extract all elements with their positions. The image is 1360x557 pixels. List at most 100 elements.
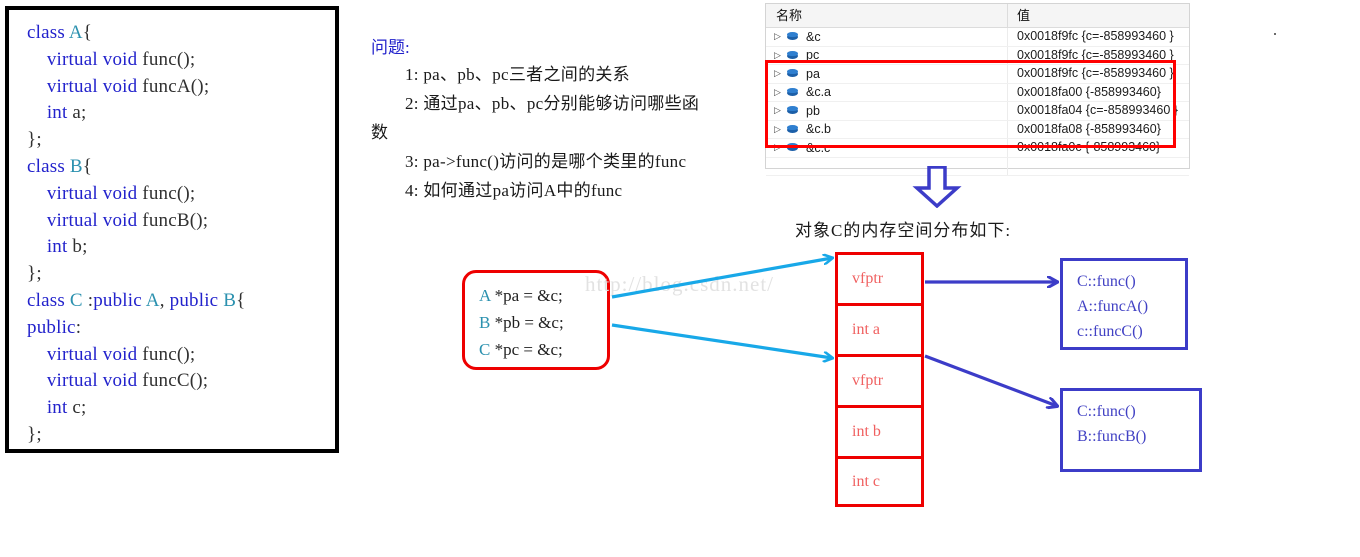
code-token: funcB(); [142, 209, 209, 231]
variable-icon [786, 105, 801, 116]
watch-row[interactable]: ▷ &c.b 0x0018fa08 {-858993460} [766, 120, 1189, 139]
code-token: virtual void [46, 75, 143, 97]
chevron-right-icon[interactable]: ▷ [774, 124, 786, 134]
memory-cell-label: int b [852, 423, 881, 440]
code-token: public [93, 289, 146, 311]
code-token: B [69, 155, 83, 177]
vtable-entry: C::func() [1077, 403, 1136, 420]
watch-row[interactable]: ▷ pc 0x0018f9fc {c=-858993460 } [766, 46, 1189, 65]
code-token: , [159, 289, 170, 311]
code-token: }; [27, 129, 42, 151]
watch-empty-name-cell[interactable] [766, 157, 1008, 175]
chevron-right-icon[interactable]: ▷ [774, 87, 786, 97]
code-token: C [479, 340, 491, 359]
code-token: C [69, 289, 83, 311]
variable-icon [786, 50, 801, 61]
memory-cell: int b [835, 405, 924, 456]
code-token: virtual void [46, 209, 143, 231]
variable-icon [786, 124, 801, 135]
watch-row-name-cell[interactable]: ▷ pa [766, 65, 1008, 83]
watch-empty-value-cell[interactable] [1008, 158, 1189, 176]
code-line-3: int a; [27, 100, 335, 127]
code-token: class [27, 155, 70, 177]
memory-cell: vfptr [835, 354, 924, 405]
questions-list: 1: pa、pb、pc三者之间的关系 2: 通过pa、pb、pc分别能够访问哪些函… [371, 60, 716, 205]
watch-column-value[interactable]: 值 [1008, 4, 1189, 27]
chevron-right-icon[interactable]: ▷ [774, 32, 786, 41]
arrow-pb-to-vfptr2 [611, 323, 832, 358]
watch-row[interactable]: ▷ pb 0x0018fa04 {c=-858993460 } [766, 102, 1189, 121]
code-token: virtual void [46, 343, 143, 365]
code-token: func(); [142, 182, 196, 204]
watch-variable-value: 0x0018fa0c {-858993460} [1017, 140, 1161, 154]
code-token: int [46, 102, 73, 124]
chevron-right-icon[interactable]: ▷ [774, 106, 786, 115]
watch-variable-value: 0x0018fa04 {c=-858993460 } [1017, 103, 1178, 117]
question-item-2: 2: 通过pa、pb、pc分别能够访问哪些函数 [371, 94, 700, 142]
code-token: { [82, 22, 93, 43]
watch-variable-name: pa [806, 66, 820, 81]
watch-variable-value: 0x0018fa00 {-858993460} [1017, 84, 1161, 99]
questions-title: 问题: [371, 38, 410, 57]
vtable-a-entries: C::func() A::funcA() c::funcC() [1077, 269, 1185, 344]
code-token: : [82, 289, 94, 311]
memory-cell-label: vfptr [852, 372, 884, 389]
variable-icon [786, 142, 801, 153]
code-token: *pb = &c; [490, 313, 564, 332]
code-panel: class A{ virtual void func(); virtual vo… [5, 6, 339, 453]
chevron-right-icon[interactable]: ▷ [774, 50, 786, 60]
watch-row-name-cell[interactable]: ▷ pb [766, 102, 1008, 120]
memory-cell-label: int c [852, 472, 880, 490]
code-token: B [223, 289, 237, 311]
code-token: b; [72, 236, 88, 258]
code-token: func(); [142, 343, 196, 365]
watch-variable-name: &c.a [806, 85, 832, 100]
code-line-9: }; [27, 261, 335, 288]
code-line-0: class A{ [27, 20, 335, 47]
code-line-5: class B{ [27, 154, 335, 181]
debugger-watch-window[interactable]: 名称 值 ▷ &c 0x0018f9fc {c=-858993460 } ▷ pc 0x0… [765, 3, 1190, 176]
code-token: virtual void [46, 182, 143, 204]
code-line-12: virtual void func(); [27, 342, 335, 369]
code-token: int [46, 397, 73, 419]
watch-row[interactable]: ▷ &c.c 0x0018fa0c {-858993460} [766, 139, 1189, 158]
code-token: }; [27, 263, 42, 285]
vtable-box-b: C::func()B::funcB() [1060, 388, 1202, 472]
code-line-2: virtual void funcA(); [27, 74, 335, 101]
watch-variable-name: pc [806, 48, 820, 63]
pointer-line-1: B *pb = &c; [479, 309, 607, 336]
watch-row[interactable]: ▷ &c 0x0018f9fc {c=-858993460 } [766, 28, 1189, 47]
code-token: *pa = &c; [490, 286, 563, 305]
watch-row[interactable]: ▷ pa 0x0018f9fc {c=-858993460 } [766, 65, 1189, 84]
question-item-4: 4: 如何通过pa访问A中的func [405, 181, 623, 200]
code-line-1: virtual void func(); [27, 47, 335, 74]
watch-row-name-cell[interactable]: ▷ &c.c [766, 139, 1008, 157]
vtable-b-entries: C::func()B::funcB() [1077, 399, 1199, 449]
code-line-11: public: [27, 315, 335, 342]
watch-empty-row[interactable] [766, 157, 1189, 176]
vtable-entry: c::funcC() [1077, 323, 1143, 340]
watch-row-name-cell[interactable]: ▷ pc [766, 46, 1008, 64]
watch-column-name[interactable]: 名称 [766, 4, 1008, 27]
code-line-10: class C :public A, public B{ [27, 288, 335, 315]
watch-row[interactable]: ▷ &c.a 0x0018fa00 {-858993460} [766, 83, 1189, 102]
chevron-right-icon[interactable]: ▷ [774, 143, 786, 152]
code-token: class [27, 289, 70, 311]
watch-header-row: 名称 值 [766, 4, 1189, 28]
code-line-7: virtual void funcB(); [27, 208, 335, 235]
watch-row-name-cell[interactable]: ▷ &c [766, 28, 1008, 46]
code-token: class [27, 22, 69, 43]
code-line-6: virtual void func(); [27, 181, 335, 208]
code-token: *pc = &c; [490, 340, 563, 359]
watch-row-name-cell[interactable]: ▷ &c.b [766, 120, 1008, 138]
chevron-right-icon[interactable]: ▷ [774, 69, 786, 78]
watch-row-name-cell[interactable]: ▷ &c.a [766, 83, 1008, 101]
vtable-entry: B::funcB() [1077, 428, 1147, 445]
stray-dot-artifact [1274, 33, 1276, 35]
memory-cell-label: int a [852, 321, 880, 338]
code-token: virtual void [46, 48, 143, 70]
